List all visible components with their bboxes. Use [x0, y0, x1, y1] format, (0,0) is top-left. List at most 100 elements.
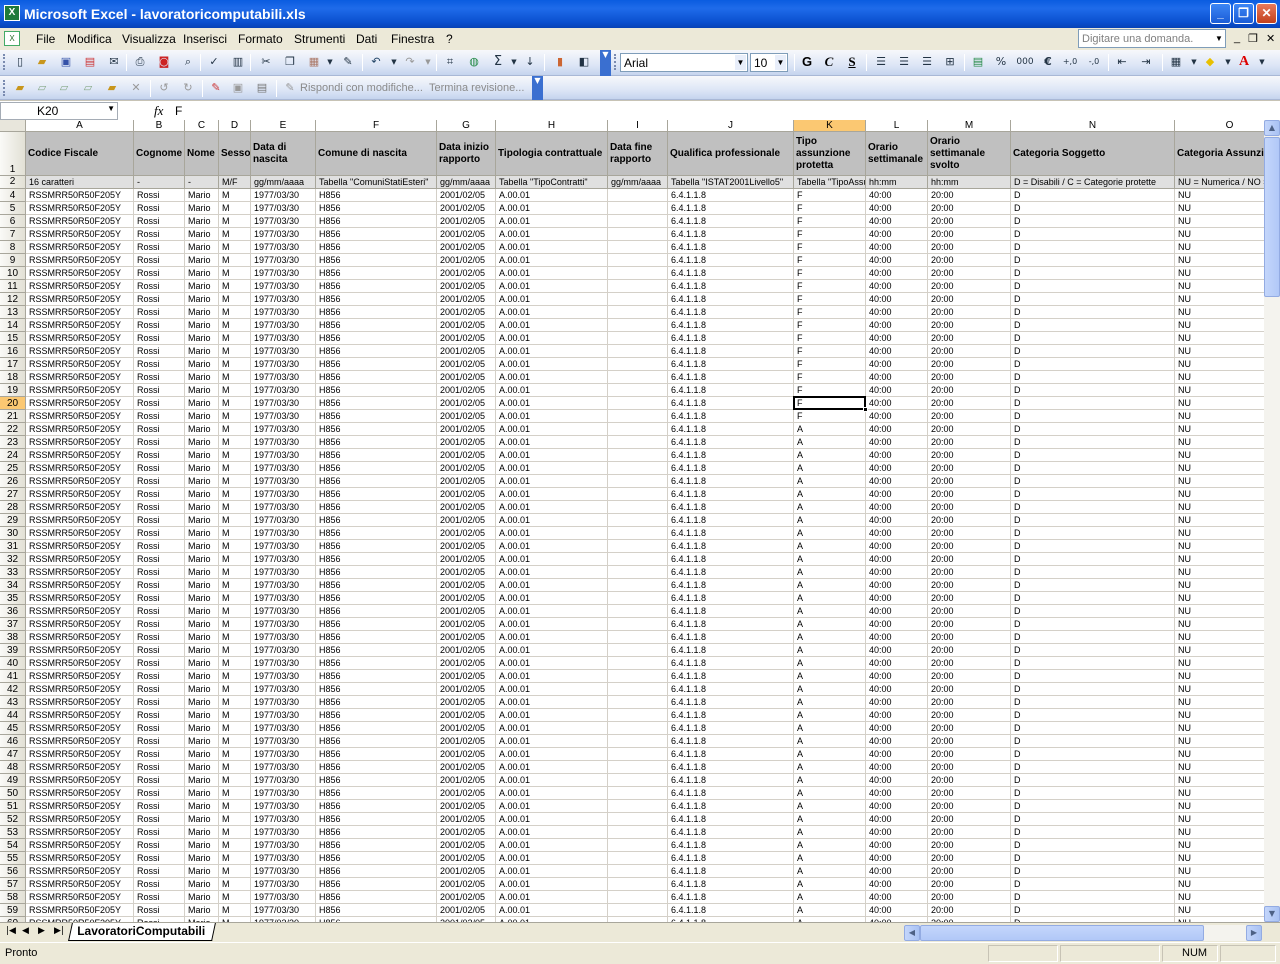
cell-i15[interactable]	[608, 332, 668, 345]
cell-h38[interactable]: A.00.01	[496, 631, 608, 644]
cell-j49[interactable]: 6.4.1.1.8	[668, 774, 794, 787]
column-header-o[interactable]: O	[1175, 120, 1264, 132]
cell-a26[interactable]: RSSMRR50R50F205Y	[26, 475, 134, 488]
cell-f4[interactable]: H856	[316, 189, 437, 202]
cell-k33[interactable]: A	[794, 566, 866, 579]
cell-a54[interactable]: RSSMRR50R50F205Y	[26, 839, 134, 852]
cell-j24[interactable]: 6.4.1.1.8	[668, 449, 794, 462]
cell-d10[interactable]: M	[219, 267, 251, 280]
cell-n9[interactable]: D	[1011, 254, 1175, 267]
new-icon[interactable]: ▯	[12, 54, 28, 70]
cell-c19[interactable]: Mario	[185, 384, 219, 397]
cell-d46[interactable]: M	[219, 735, 251, 748]
align-left-icon[interactable]: ☰	[873, 54, 889, 70]
column-header-l[interactable]: L	[866, 120, 928, 132]
cell-a36[interactable]: RSSMRR50R50F205Y	[26, 605, 134, 618]
cell-d4[interactable]: M	[219, 189, 251, 202]
cell-k49[interactable]: A	[794, 774, 866, 787]
cell-h43[interactable]: A.00.01	[496, 696, 608, 709]
cell-h34[interactable]: A.00.01	[496, 579, 608, 592]
cell-b55[interactable]: Rossi	[134, 852, 185, 865]
row-header-32[interactable]: 32	[0, 553, 26, 566]
cell-i50[interactable]	[608, 787, 668, 800]
cell-k10[interactable]: F	[794, 267, 866, 280]
cell-m33[interactable]: 20:00	[928, 566, 1011, 579]
cell-h33[interactable]: A.00.01	[496, 566, 608, 579]
cell-n6[interactable]: D	[1011, 215, 1175, 228]
cell-j43[interactable]: 6.4.1.1.8	[668, 696, 794, 709]
cell-b8[interactable]: Rossi	[134, 241, 185, 254]
cell-c58[interactable]: Mario	[185, 891, 219, 904]
cell-k17[interactable]: F	[794, 358, 866, 371]
cell-b46[interactable]: Rossi	[134, 735, 185, 748]
cell-k20[interactable]: F	[794, 397, 866, 410]
cell-j27[interactable]: 6.4.1.1.8	[668, 488, 794, 501]
cell-j53[interactable]: 6.4.1.1.8	[668, 826, 794, 839]
cell-k43[interactable]: A	[794, 696, 866, 709]
cell-f6[interactable]: H856	[316, 215, 437, 228]
cell-n55[interactable]: D	[1011, 852, 1175, 865]
cell-o41[interactable]: NU	[1175, 670, 1264, 683]
excel-app-icon[interactable]: X	[4, 5, 20, 21]
format-cell-l[interactable]: hh:mm	[866, 176, 928, 189]
cell-g52[interactable]: 2001/02/05	[437, 813, 496, 826]
cell-k19[interactable]: F	[794, 384, 866, 397]
cell-f25[interactable]: H856	[316, 462, 437, 475]
menu-formato[interactable]: Formato	[238, 32, 283, 46]
cell-i11[interactable]	[608, 280, 668, 293]
cell-m45[interactable]: 20:00	[928, 722, 1011, 735]
cell-i8[interactable]	[608, 241, 668, 254]
cell-a22[interactable]: RSSMRR50R50F205Y	[26, 423, 134, 436]
cell-j4[interactable]: 6.4.1.1.8	[668, 189, 794, 202]
cell-d37[interactable]: M	[219, 618, 251, 631]
cell-b53[interactable]: Rossi	[134, 826, 185, 839]
cell-m41[interactable]: 20:00	[928, 670, 1011, 683]
workbook-icon[interactable]: X	[4, 31, 20, 46]
cell-a53[interactable]: RSSMRR50R50F205Y	[26, 826, 134, 839]
menu-modifica[interactable]: Modifica	[67, 32, 112, 46]
column-header-a[interactable]: A	[26, 120, 134, 132]
cell-d31[interactable]: M	[219, 540, 251, 553]
format-cell-n[interactable]: D = Disabili / C = Categorie protette	[1011, 176, 1175, 189]
cell-a47[interactable]: RSSMRR50R50F205Y	[26, 748, 134, 761]
cell-h32[interactable]: A.00.01	[496, 553, 608, 566]
cell-l9[interactable]: 40:00	[866, 254, 928, 267]
cell-m49[interactable]: 20:00	[928, 774, 1011, 787]
cell-j11[interactable]: 6.4.1.1.8	[668, 280, 794, 293]
cell-g15[interactable]: 2001/02/05	[437, 332, 496, 345]
cell-m58[interactable]: 20:00	[928, 891, 1011, 904]
cell-h41[interactable]: A.00.01	[496, 670, 608, 683]
cell-i9[interactable]	[608, 254, 668, 267]
cell-j46[interactable]: 6.4.1.1.8	[668, 735, 794, 748]
cell-d11[interactable]: M	[219, 280, 251, 293]
cell-a12[interactable]: RSSMRR50R50F205Y	[26, 293, 134, 306]
cell-f15[interactable]: H856	[316, 332, 437, 345]
cell-e28[interactable]: 1977/03/30	[251, 501, 316, 514]
cell-m25[interactable]: 20:00	[928, 462, 1011, 475]
cell-k46[interactable]: A	[794, 735, 866, 748]
redo-icon[interactable]: ↷	[402, 54, 418, 70]
cell-f9[interactable]: H856	[316, 254, 437, 267]
cell-l45[interactable]: 40:00	[866, 722, 928, 735]
cell-n59[interactable]: D	[1011, 904, 1175, 917]
doc-minimize-button[interactable]: _	[1234, 32, 1240, 44]
cell-c55[interactable]: Mario	[185, 852, 219, 865]
cell-c35[interactable]: Mario	[185, 592, 219, 605]
cell-m36[interactable]: 20:00	[928, 605, 1011, 618]
insert-hyperlink-icon[interactable]: ⌗	[442, 54, 458, 70]
cell-g12[interactable]: 2001/02/05	[437, 293, 496, 306]
folder-icon[interactable]: ▰	[12, 80, 28, 96]
cell-a19[interactable]: RSSMRR50R50F205Y	[26, 384, 134, 397]
row-header-14[interactable]: 14	[0, 319, 26, 332]
cell-l14[interactable]: 40:00	[866, 319, 928, 332]
cell-g49[interactable]: 2001/02/05	[437, 774, 496, 787]
cell-i22[interactable]	[608, 423, 668, 436]
cell-l34[interactable]: 40:00	[866, 579, 928, 592]
cell-b45[interactable]: Rossi	[134, 722, 185, 735]
cell-l24[interactable]: 40:00	[866, 449, 928, 462]
cell-d36[interactable]: M	[219, 605, 251, 618]
row-header-24[interactable]: 24	[0, 449, 26, 462]
row-header-8[interactable]: 8	[0, 241, 26, 254]
cell-f13[interactable]: H856	[316, 306, 437, 319]
cell-m8[interactable]: 20:00	[928, 241, 1011, 254]
